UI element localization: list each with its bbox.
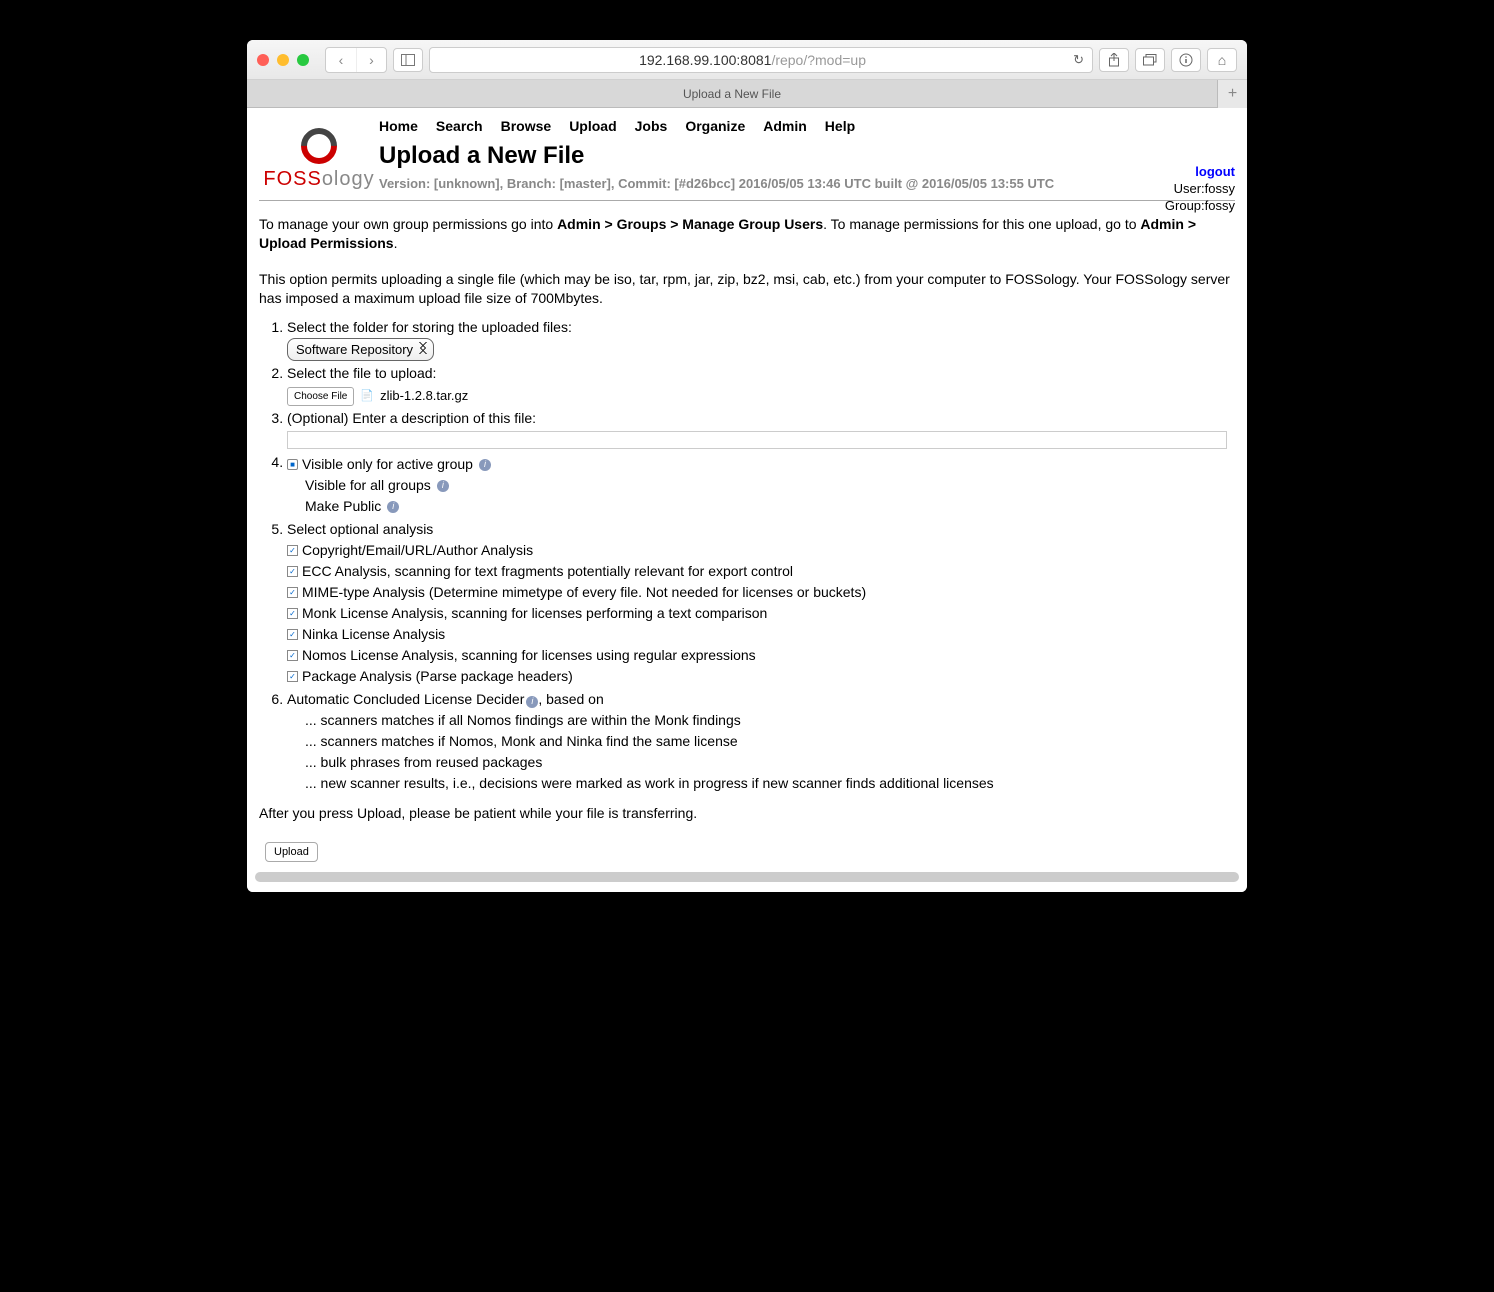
upload-steps: Select the folder for storing the upload…: [247, 317, 1247, 795]
nav-upload[interactable]: Upload: [569, 118, 616, 134]
page-content: FOSSology Home Search Browse Upload Jobs…: [247, 108, 1247, 892]
step-file: Select the file to upload: Choose File 📄…: [287, 363, 1235, 406]
info-icon[interactable]: i: [437, 480, 449, 492]
tab-title[interactable]: Upload a New File: [247, 87, 1217, 101]
window-controls: [257, 54, 309, 66]
share-icon[interactable]: [1099, 48, 1129, 72]
tabs-icon[interactable]: [1135, 48, 1165, 72]
checkbox-monk[interactable]: ✓: [287, 608, 298, 619]
nav-search[interactable]: Search: [436, 118, 483, 134]
version-text: Version: [unknown], Branch: [master], Co…: [379, 174, 1235, 194]
checkbox-ninka[interactable]: ✓: [287, 629, 298, 640]
nav-home[interactable]: Home: [379, 118, 418, 134]
step-description: (Optional) Enter a description of this f…: [287, 408, 1235, 450]
nav-browse[interactable]: Browse: [501, 118, 552, 134]
forward-button[interactable]: ›: [356, 48, 386, 72]
minimize-icon[interactable]: [277, 54, 289, 66]
after-text: After you press Upload, please be patien…: [247, 796, 1247, 832]
nav-jobs[interactable]: Jobs: [635, 118, 668, 134]
nav-admin[interactable]: Admin: [763, 118, 807, 134]
checkbox-nomos[interactable]: ✓: [287, 650, 298, 661]
browser-toolbar: ‹ › 192.168.99.100:8081/repo/?mod=up ↻ ⌂: [247, 40, 1247, 80]
sidebar-button[interactable]: [393, 48, 423, 72]
user-info: logout User:fossy Group:fossy: [1165, 164, 1235, 215]
nav-help[interactable]: Help: [825, 118, 855, 134]
close-icon[interactable]: [257, 54, 269, 66]
checkbox-ecc[interactable]: ✓: [287, 566, 298, 577]
nav-organize[interactable]: Organize: [685, 118, 745, 134]
choose-file-button[interactable]: Choose File: [287, 387, 354, 406]
step-analysis: Select optional analysis ✓Copyright/Emai…: [287, 519, 1235, 687]
tab-bar: Upload a New File +: [247, 80, 1247, 108]
upload-hint: This option permits uploading a single f…: [247, 262, 1247, 317]
main-nav: Home Search Browse Upload Jobs Organize …: [379, 114, 1235, 138]
file-icon: 📄: [360, 388, 374, 405]
url-bar[interactable]: 192.168.99.100:8081/repo/?mod=up ↻: [429, 47, 1093, 73]
step-visibility: ■Visible only for active groupi Visible …: [287, 452, 1235, 518]
checkbox-package[interactable]: ✓: [287, 671, 298, 682]
back-button[interactable]: ‹: [326, 48, 356, 72]
upload-button[interactable]: Upload: [265, 842, 318, 862]
horizontal-scrollbar[interactable]: [255, 872, 1239, 882]
logo[interactable]: FOSSology: [259, 114, 379, 194]
info-icon[interactable]: i: [479, 459, 491, 471]
group-label: Group:fossy: [1165, 198, 1235, 215]
zoom-icon[interactable]: [297, 54, 309, 66]
checkbox-mime[interactable]: ✓: [287, 587, 298, 598]
permissions-hint: To manage your own group permissions go …: [247, 207, 1247, 262]
radio-active-group[interactable]: ■: [287, 459, 298, 470]
url-host: 192.168.99.100:8081: [639, 52, 771, 68]
browser-window: ‹ › 192.168.99.100:8081/repo/?mod=up ↻ ⌂…: [247, 40, 1247, 892]
nav-buttons: ‹ ›: [325, 47, 387, 73]
step-folder: Select the folder for storing the upload…: [287, 317, 1235, 362]
logout-link[interactable]: logout: [1165, 164, 1235, 181]
checkbox-copyright[interactable]: ✓: [287, 545, 298, 556]
url-path: /repo/?mod=up: [771, 52, 866, 68]
description-input[interactable]: [287, 431, 1227, 449]
info-icon[interactable]: i: [387, 501, 399, 513]
step-decider: Automatic Concluded License Decideri, ba…: [287, 689, 1235, 794]
new-tab-button[interactable]: +: [1217, 80, 1247, 108]
info-icon[interactable]: i: [526, 696, 538, 708]
user-label: User:fossy: [1165, 181, 1235, 198]
reload-icon[interactable]: ↻: [1073, 52, 1084, 68]
divider: [259, 200, 1235, 201]
folder-select[interactable]: Software Repository: [287, 338, 434, 362]
home-icon[interactable]: ⌂: [1207, 48, 1237, 72]
filename: zlib-1.2.8.tar.gz: [380, 386, 468, 406]
info-icon[interactable]: [1171, 48, 1201, 72]
page-title: Upload a New File: [379, 138, 1235, 174]
